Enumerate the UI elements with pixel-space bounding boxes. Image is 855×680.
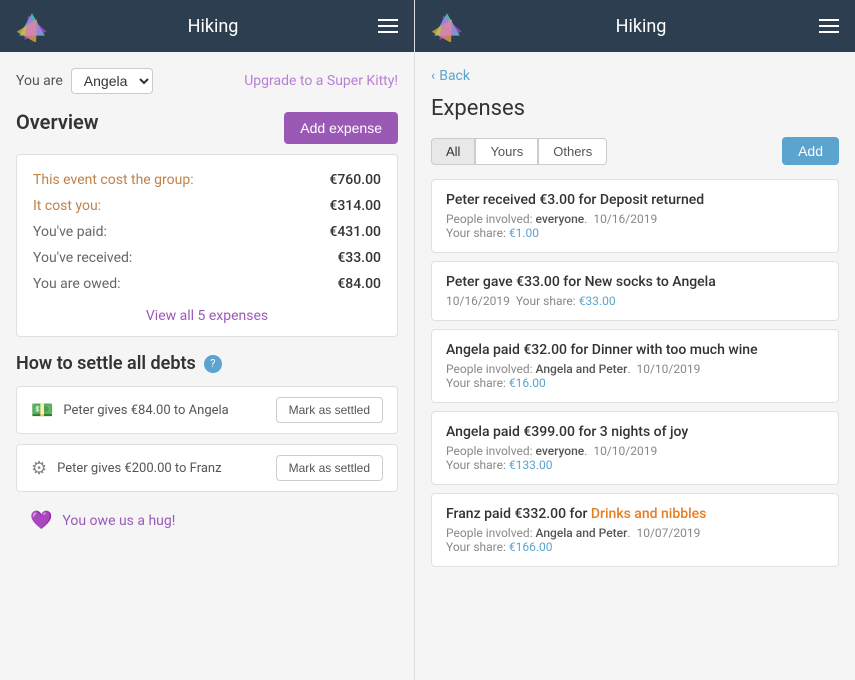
overview-card: This event cost the group: €760.00 It co… xyxy=(16,154,398,337)
expense-share-label-0: Your share: xyxy=(446,226,506,240)
user-select[interactable]: Angela xyxy=(71,68,153,94)
view-all-link[interactable]: View all 5 expenses xyxy=(146,308,268,324)
expense-share-label-2: Your share: xyxy=(446,376,506,390)
expense-share-3: €133.00 xyxy=(509,458,553,472)
expense-meta-2: People involved: Angela and Peter. 10/10… xyxy=(446,362,824,390)
back-chevron-icon: ‹ xyxy=(431,68,435,84)
expense-date-0: 10/16/2019 xyxy=(593,212,657,226)
left-header: Hiking xyxy=(0,0,414,52)
back-label: Back xyxy=(439,68,470,84)
expense-card-0: Peter received €3.00 for Deposit returne… xyxy=(431,179,839,253)
tab-all[interactable]: All xyxy=(431,138,475,165)
overview-amount-0: €760.00 xyxy=(329,172,381,188)
app-logo xyxy=(16,10,48,42)
expenses-title: Expenses xyxy=(431,96,839,121)
debt-text-1: Peter gives €200.00 to Franz xyxy=(57,461,221,476)
expense-share-label-3: Your share: xyxy=(446,458,506,472)
expense-title-3: Angela paid €399.00 for 3 nights of joy xyxy=(446,424,824,440)
overview-header: Overview Add expense xyxy=(16,110,398,146)
overview-label-1: It cost you: xyxy=(33,198,101,214)
right-app-logo xyxy=(431,10,463,42)
expense-people-3: everyone xyxy=(535,444,584,458)
debt-item-0: 💵 Peter gives €84.00 to Angela Mark as s… xyxy=(16,386,398,434)
hug-icon: 💜 xyxy=(30,510,52,531)
you-are-label: You are xyxy=(16,73,63,89)
overview-row-0: This event cost the group: €760.00 xyxy=(33,167,381,193)
add-expense-button[interactable]: Add expense xyxy=(284,112,398,144)
overview-label-0: This event cost the group: xyxy=(33,172,194,188)
expense-people-4: Angela and Peter xyxy=(535,526,627,540)
right-header: Hiking xyxy=(415,0,855,52)
expense-title-highlight-4: Drinks and nibbles xyxy=(591,506,707,522)
expense-title-1: Peter gave €33.00 for New socks to Angel… xyxy=(446,274,824,290)
overview-row-4: You are owed: €84.00 xyxy=(33,271,381,297)
left-menu-button[interactable] xyxy=(378,19,398,33)
expense-date-3: 10/10/2019 xyxy=(593,444,657,458)
filter-row: All Yours Others Add xyxy=(431,137,839,165)
mark-settled-button-1[interactable]: Mark as settled xyxy=(276,455,383,481)
expense-people-2: Angela and Peter xyxy=(535,362,627,376)
right-body: ‹ Back Expenses All Yours Others Add Pet… xyxy=(415,52,855,680)
expense-meta-0: People involved: everyone. 10/16/2019 Yo… xyxy=(446,212,824,240)
add-button[interactable]: Add xyxy=(782,137,839,165)
overview-amount-3: €33.00 xyxy=(337,250,381,266)
expense-share-0: €1.00 xyxy=(509,226,539,240)
overview-row-2: You've paid: €431.00 xyxy=(33,219,381,245)
overview-label-4: You are owed: xyxy=(33,276,120,292)
expense-meta-3: People involved: everyone. 10/10/2019 Yo… xyxy=(446,444,824,472)
overview-amount-1: €314.00 xyxy=(329,198,381,214)
back-link[interactable]: ‹ Back xyxy=(431,68,839,84)
expense-meta-1: 10/16/2019 Your share: €33.00 xyxy=(446,294,824,308)
expense-title-0: Peter received €3.00 for Deposit returne… xyxy=(446,192,824,208)
expense-card-1: Peter gave €33.00 for New socks to Angel… xyxy=(431,261,839,321)
left-header-title: Hiking xyxy=(188,16,239,37)
right-header-title: Hiking xyxy=(616,16,667,37)
filter-tabs: All Yours Others xyxy=(431,138,607,165)
help-icon[interactable]: ? xyxy=(204,355,222,373)
left-panel: Hiking You are Angela Upgrade to a Super… xyxy=(0,0,415,680)
expense-date-1: 10/16/2019 xyxy=(446,294,510,308)
expense-share-1: €33.00 xyxy=(579,294,616,308)
expense-title-4: Franz paid €332.00 for Drinks and nibble… xyxy=(446,506,824,522)
expense-people-0: everyone xyxy=(535,212,584,226)
expense-meta-4: People involved: Angela and Peter. 10/07… xyxy=(446,526,824,554)
right-menu-button[interactable] xyxy=(819,19,839,33)
settle-title: How to settle all debts xyxy=(16,353,196,374)
expense-share-label-1: Your share: xyxy=(516,294,576,308)
overview-amount-2: €431.00 xyxy=(329,224,381,240)
overview-title: Overview xyxy=(16,110,99,134)
expense-date-4: 10/07/2019 xyxy=(636,526,700,540)
tab-others[interactable]: Others xyxy=(538,138,607,165)
expense-card-3: Angela paid €399.00 for 3 nights of joy … xyxy=(431,411,839,485)
settle-header: How to settle all debts ? xyxy=(16,353,398,374)
hug-item: 💜 You owe us a hug! xyxy=(16,502,398,539)
overview-amount-4: €84.00 xyxy=(337,276,381,292)
overview-row-3: You've received: €33.00 xyxy=(33,245,381,271)
overview-label-3: You've received: xyxy=(33,250,132,266)
debt-item-1: ⚙ Peter gives €200.00 to Franz Mark as s… xyxy=(16,444,398,492)
upgrade-link[interactable]: Upgrade to a Super Kitty! xyxy=(244,73,398,89)
overview-row-1: It cost you: €314.00 xyxy=(33,193,381,219)
debt-text-0: Peter gives €84.00 to Angela xyxy=(63,403,228,418)
expense-title-2: Angela paid €32.00 for Dinner with too m… xyxy=(446,342,824,358)
expense-share-4: €166.00 xyxy=(509,540,553,554)
overview-label-2: You've paid: xyxy=(33,224,107,240)
expense-share-label-4: Your share: xyxy=(446,540,506,554)
view-all-link-container: View all 5 expenses xyxy=(33,297,381,324)
expense-card-4: Franz paid €332.00 for Drinks and nibble… xyxy=(431,493,839,567)
hug-text: You owe us a hug! xyxy=(62,513,175,529)
tab-yours[interactable]: Yours xyxy=(475,138,538,165)
you-are-row: You are Angela Upgrade to a Super Kitty! xyxy=(16,68,398,94)
expense-share-2: €16.00 xyxy=(509,376,546,390)
debt-icon-1: ⚙ xyxy=(31,458,47,479)
expense-card-2: Angela paid €32.00 for Dinner with too m… xyxy=(431,329,839,403)
debt-icon-0: 💵 xyxy=(31,400,53,421)
mark-settled-button-0[interactable]: Mark as settled xyxy=(276,397,383,423)
expense-date-2: 10/10/2019 xyxy=(636,362,700,376)
right-panel: Hiking ‹ Back Expenses All Yours Others … xyxy=(415,0,855,680)
